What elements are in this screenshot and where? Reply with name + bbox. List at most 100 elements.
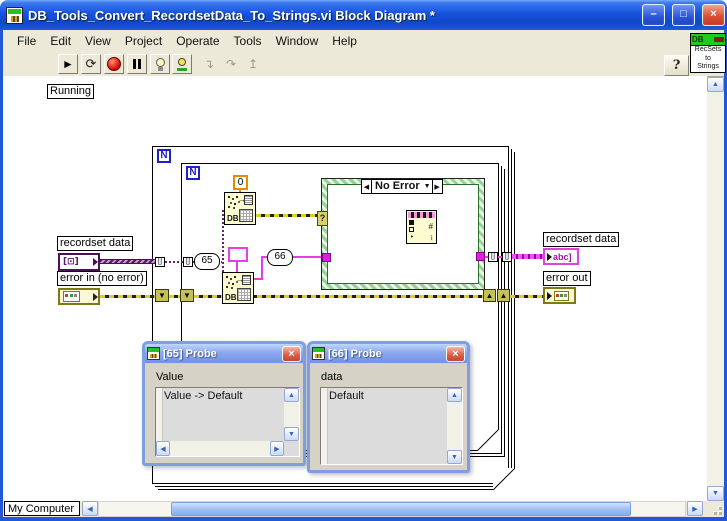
numeric-constant-0[interactable]: 0	[233, 175, 248, 190]
horizontal-scroll-thumb[interactable]	[171, 502, 631, 516]
scroll-up-icon[interactable]: ▲	[284, 388, 299, 402]
terminal-arrow-icon	[547, 291, 552, 300]
probe-66-marker[interactable]: 66	[267, 249, 293, 266]
close-button[interactable]: ×	[702, 4, 725, 26]
menu-operate[interactable]: Operate	[170, 32, 225, 50]
step-over-button[interactable]: ↷	[221, 54, 241, 74]
db-node-text: DB	[227, 214, 239, 223]
db-variant-to-data-node[interactable]: → DB	[224, 192, 256, 225]
auto-index-tunnel[interactable]: []	[183, 257, 193, 267]
error-out-terminal[interactable]	[543, 287, 576, 304]
run-button[interactable]: ►	[58, 54, 78, 74]
probe-65-title-bar[interactable]: [65] Probe ×	[145, 344, 303, 363]
scroll-right-icon[interactable]: ▶	[270, 441, 284, 456]
probe-65-marker[interactable]: 65	[194, 253, 220, 270]
glyph	[409, 227, 414, 232]
scroll-right-icon[interactable]: ▶	[687, 501, 703, 516]
minimize-button[interactable]: –	[642, 4, 665, 26]
case-selector-label[interactable]: ◀ No Error ▼ ▶	[361, 179, 443, 194]
menu-project[interactable]: Project	[119, 32, 168, 50]
menu-tools[interactable]: Tools	[228, 32, 268, 50]
menu-window[interactable]: Window	[270, 32, 325, 50]
db-variant-to-data-node[interactable]: → DB	[222, 272, 254, 304]
probe-65-value-box[interactable]: Value -> Default ▲ ▼ ◀ ▶	[155, 387, 300, 457]
scroll-up-icon[interactable]: ▲	[707, 77, 724, 92]
scroll-down-icon[interactable]: ▼	[707, 486, 724, 501]
step-out-button[interactable]: ↥	[243, 54, 263, 74]
abort-button[interactable]	[104, 54, 124, 74]
probe-66-value: Default	[329, 390, 364, 402]
wire-error	[169, 295, 180, 298]
highlight-execution-button[interactable]	[150, 54, 170, 74]
glyph: ¡	[430, 234, 433, 241]
scatter-icon	[226, 276, 228, 278]
maximize-button[interactable]: □	[672, 4, 695, 26]
wire-error	[100, 295, 155, 298]
auto-index-tunnel[interactable]: []	[488, 252, 498, 262]
probe-66-vscrollbar[interactable]: ▲ ▼	[447, 388, 462, 464]
probe-icon	[176, 57, 189, 71]
wire-variant	[165, 261, 183, 263]
case-structure[interactable]	[321, 178, 485, 290]
outer-loop-count-terminal[interactable]: N	[157, 149, 171, 163]
vi-icon[interactable]: DB RecSets to Strings	[690, 33, 726, 73]
auto-index-tunnel[interactable]: []	[502, 252, 512, 262]
case-dropdown-icon[interactable]: ▼	[423, 180, 432, 193]
format-into-string-node[interactable]: # ‣ ¡	[406, 210, 437, 244]
menu-edit[interactable]: Edit	[44, 32, 77, 50]
probe-window-65[interactable]: [65] Probe × Value Value -> Default ▲ ▼ …	[142, 341, 306, 466]
probe-66-title: [66] Probe	[328, 347, 382, 360]
inner-loop-count-terminal[interactable]: N	[186, 166, 200, 180]
recordset-out-terminal[interactable]: abc]	[543, 248, 579, 265]
block-diagram-canvas[interactable]: Running N N recordset data [⊡] error in …	[3, 76, 707, 501]
list-icon	[244, 195, 253, 205]
shift-register-right[interactable]: ▲	[497, 289, 510, 302]
scroll-down-icon[interactable]: ▼	[284, 427, 299, 441]
probe-65-vscrollbar[interactable]: ▲ ▼	[284, 388, 299, 441]
case-next-arrow[interactable]: ▶	[431, 180, 442, 193]
error-cluster-icon	[63, 291, 80, 302]
step-into-button[interactable]: ↴	[199, 54, 219, 74]
pause-button[interactable]	[127, 54, 147, 74]
run-continuous-button[interactable]: ⟳	[81, 54, 101, 74]
shift-register-left[interactable]: ▼	[180, 289, 194, 302]
recordset-in-terminal[interactable]: [⊡]	[58, 253, 100, 271]
case-selector-terminal[interactable]: ?	[317, 211, 328, 226]
error-in-label: error in (no error)	[57, 271, 147, 286]
context-help-button[interactable]: ?	[664, 55, 689, 76]
execution-target-box[interactable]: My Computer	[4, 501, 80, 516]
menu-view[interactable]: View	[79, 32, 117, 50]
menu-help[interactable]: Help	[326, 32, 363, 50]
probe-66-close-button[interactable]: ×	[446, 345, 465, 362]
probe-window-66[interactable]: [66] Probe × data Default ▲ ▼	[307, 341, 470, 473]
menu-file[interactable]: File	[11, 32, 42, 50]
probe-66-title-bar[interactable]: [66] Probe ×	[310, 344, 467, 363]
case-output-tunnel[interactable]	[476, 252, 485, 261]
auto-index-tunnel[interactable]: []	[155, 257, 165, 267]
resize-grip[interactable]	[705, 501, 724, 517]
case-input-tunnel[interactable]	[322, 253, 331, 262]
outer-loop-stack-line	[158, 489, 515, 490]
string-type-constant[interactable]: ····	[228, 247, 248, 262]
inner-loop-stack-line	[501, 166, 502, 454]
vertical-scrollbar[interactable]: ▲ ▼	[707, 77, 724, 501]
case-prev-arrow[interactable]: ◀	[362, 180, 372, 193]
scroll-left-icon[interactable]: ◀	[156, 441, 170, 456]
probe-66-value-box[interactable]: Default ▲ ▼	[320, 387, 463, 465]
shift-register-right[interactable]: ▲	[483, 289, 496, 302]
error-in-terminal[interactable]	[58, 288, 100, 305]
scroll-up-icon[interactable]: ▲	[447, 388, 462, 402]
inner-loop-stack-line	[504, 169, 505, 457]
scroll-left-icon[interactable]: ◀	[82, 501, 98, 516]
vi-icon-line1: RecSets	[694, 46, 722, 53]
scroll-down-icon[interactable]: ▼	[447, 450, 462, 464]
probe-65-title: [65] Probe	[163, 347, 217, 360]
wire-error	[256, 214, 320, 217]
inner-loop-corner-fold	[477, 429, 499, 451]
shift-register-left[interactable]: ▼	[155, 289, 169, 302]
probe-65-hscrollbar[interactable]: ◀ ▶	[156, 441, 284, 456]
probe-66-field-label: data	[321, 371, 343, 383]
horizontal-scrollbar[interactable]	[98, 501, 686, 517]
retain-wire-values-button[interactable]	[172, 54, 192, 74]
probe-65-close-button[interactable]: ×	[282, 345, 301, 362]
